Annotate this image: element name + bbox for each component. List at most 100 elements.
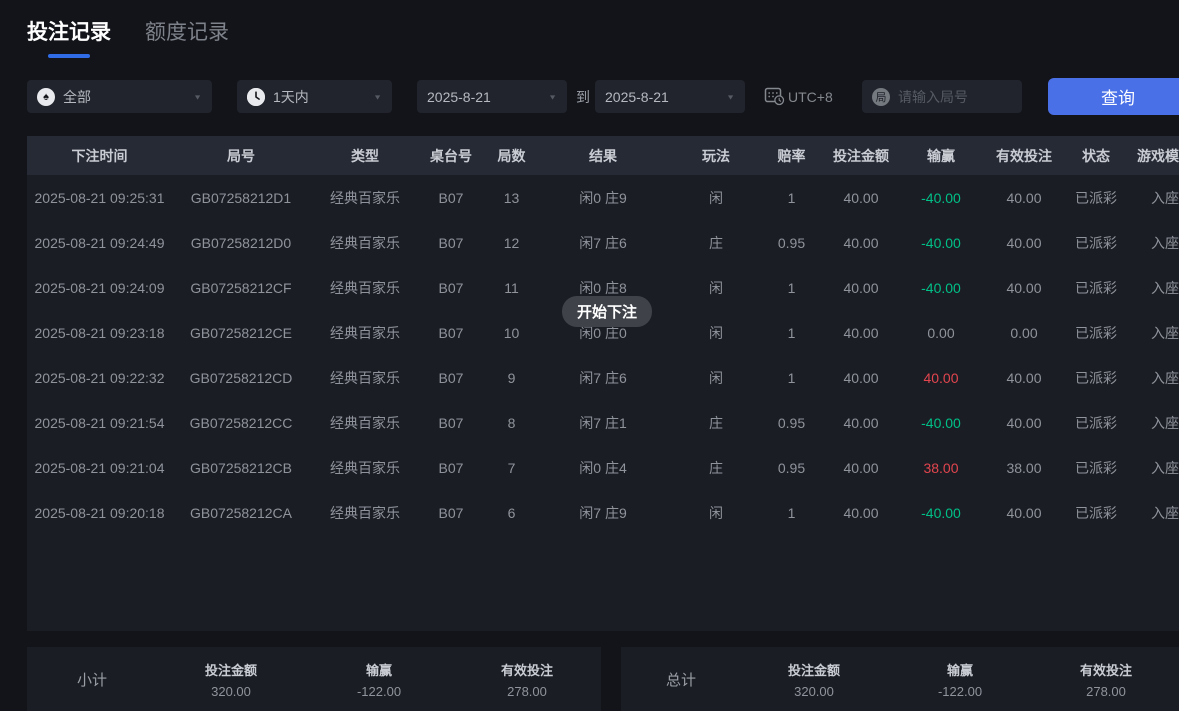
cell-type: 经典百家乐: [330, 324, 400, 341]
timezone-label: UTC+8: [788, 88, 833, 105]
summary-stat-value: -122.00: [356, 683, 402, 699]
cell-bet: 40.00: [843, 189, 879, 206]
cell-round: 13: [503, 189, 520, 206]
chevron-down-icon: ▼: [373, 92, 382, 101]
cell-result: 闲0 庄4: [579, 459, 627, 476]
time-range-select[interactable]: 1天内 ▼: [237, 80, 392, 113]
cell-time: 2025-08-21 09:23:18: [34, 324, 165, 341]
cell-status: 已派彩: [1075, 504, 1117, 521]
cell-mode: 入座: [1151, 369, 1179, 386]
cell-odds: 1: [787, 279, 796, 296]
column-header: 状态: [1082, 147, 1110, 164]
subtotal-stats: 投注金额 320.00 输赢 -122.00 有效投注 278.00: [157, 660, 601, 699]
cell-odds: 1: [787, 324, 796, 341]
cell-table_no: B07: [438, 234, 464, 251]
cell-type: 经典百家乐: [330, 369, 400, 386]
cell-table_no: B07: [438, 369, 464, 386]
spade-icon: ♠: [37, 87, 55, 106]
start-betting-tooltip: 开始下注: [562, 296, 653, 327]
cell-status: 已派彩: [1075, 459, 1117, 476]
tab-bet-records[interactable]: 投注记录: [27, 16, 111, 58]
tab-quota-records[interactable]: 额度记录: [145, 16, 229, 46]
column-header: 投注金额: [833, 147, 889, 164]
cell-result: 闲7 庄6: [579, 234, 627, 251]
table-row: 2025-08-21 09:22:32 GB07258212CD 经典百家乐 B07 9…: [27, 355, 1179, 400]
summary-stat-label: 输赢: [946, 662, 973, 678]
cell-valid: 40.00: [1006, 234, 1042, 251]
summary-stat: 投注金额 320.00: [157, 660, 305, 699]
cell-odds: 0.95: [777, 234, 806, 251]
cell-result: 闲7 庄9: [579, 504, 627, 521]
cell-winloss: -40.00: [921, 504, 961, 521]
cell-round: 7: [507, 459, 516, 476]
cell-round_id: GB07258212CC: [189, 414, 293, 431]
table-row: 2025-08-21 09:24:49 GB07258212D0 经典百家乐 B07 1…: [27, 220, 1179, 265]
cell-winloss: -40.00: [921, 234, 961, 251]
calendar-clock-icon: [764, 85, 785, 109]
column-header: 局号: [227, 147, 255, 164]
cell-winloss: 40.00: [923, 369, 959, 386]
game-type-select[interactable]: ♠ 全部 ▼: [27, 80, 212, 113]
cell-round: 6: [507, 504, 516, 521]
column-header: 桌台号: [430, 147, 472, 164]
cell-result: 闲0 庄9: [579, 189, 627, 206]
cell-result: 闲7 庄1: [579, 414, 627, 431]
tab-quota-records-label: 额度记录: [145, 21, 229, 44]
cell-time: 2025-08-21 09:21:04: [34, 459, 165, 476]
active-tab-underline: [48, 54, 90, 58]
column-header: 游戏模式: [1137, 147, 1179, 164]
cell-time: 2025-08-21 09:24:09: [34, 279, 165, 296]
subtotal-panel: 小计 投注金额 320.00 输赢 -122.00 有效投注 278.00: [27, 647, 601, 711]
summary-stat-label: 有效投注: [500, 662, 553, 678]
cell-type: 经典百家乐: [330, 459, 400, 476]
cell-winloss: -40.00: [921, 189, 961, 206]
cell-bet: 40.00: [843, 279, 879, 296]
column-header: 下注时间: [71, 147, 128, 164]
date-to-select[interactable]: 2025-8-21 ▼: [595, 80, 745, 113]
cell-mode: 入座: [1151, 504, 1179, 521]
table-body: 2025-08-21 09:25:31 GB07258212D1 经典百家乐 B07 1…: [27, 175, 1179, 631]
summary-stat-label: 有效投注: [1079, 662, 1132, 678]
cell-status: 已派彩: [1075, 369, 1117, 386]
cell-table_no: B07: [438, 414, 464, 431]
total-panel: 总计 投注金额 320.00 输赢 -122.00 有效投注 278.00: [621, 647, 1179, 711]
cell-type: 经典百家乐: [330, 234, 400, 251]
cell-table_no: B07: [438, 189, 464, 206]
cell-time: 2025-08-21 09:20:18: [34, 504, 165, 521]
cell-mode: 入座: [1151, 189, 1179, 206]
cell-play: 闲: [709, 324, 723, 341]
cell-winloss: 0.00: [927, 324, 955, 341]
cell-time: 2025-08-21 09:21:54: [34, 414, 165, 431]
cell-result: 闲7 庄6: [579, 369, 627, 386]
cell-table_no: B07: [438, 504, 464, 521]
game-type-value: 全部: [63, 88, 91, 105]
cell-time: 2025-08-21 09:24:49: [34, 234, 165, 251]
clock-icon: [247, 87, 265, 106]
date-from-select[interactable]: 2025-8-21 ▼: [417, 80, 567, 113]
cell-play: 闲: [709, 189, 723, 206]
cell-type: 经典百家乐: [330, 189, 400, 206]
chevron-down-icon: ▼: [193, 92, 202, 101]
summary-stat-value: 278.00: [507, 683, 547, 699]
chevron-down-icon: ▼: [548, 92, 557, 101]
cell-round_id: GB07258212CD: [189, 369, 293, 386]
summary-stat: 有效投注 278.00: [453, 660, 601, 699]
summary-stat-value: 320.00: [794, 683, 834, 699]
total-stats: 投注金额 320.00 输赢 -122.00 有效投注 278.00: [741, 660, 1179, 699]
query-button[interactable]: 查询: [1048, 78, 1179, 115]
cell-odds: 1: [787, 504, 796, 521]
cell-bet: 40.00: [843, 369, 879, 386]
summary-stat-label: 投注金额: [787, 662, 840, 678]
cell-odds: 0.95: [777, 459, 806, 476]
cell-mode: 入座: [1151, 459, 1179, 476]
date-range-to-label: 到: [576, 88, 590, 105]
round-id-input[interactable]: [898, 88, 1012, 105]
tab-bar: 投注记录 额度记录: [27, 16, 229, 58]
cell-odds: 0.95: [777, 414, 806, 431]
cell-round: 8: [507, 414, 516, 431]
summary-stat-value: -122.00: [937, 683, 983, 699]
cell-mode: 入座: [1151, 324, 1179, 341]
cell-bet: 40.00: [843, 324, 879, 341]
timezone-indicator[interactable]: UTC+8: [764, 80, 833, 113]
column-header: 玩法: [702, 147, 730, 164]
